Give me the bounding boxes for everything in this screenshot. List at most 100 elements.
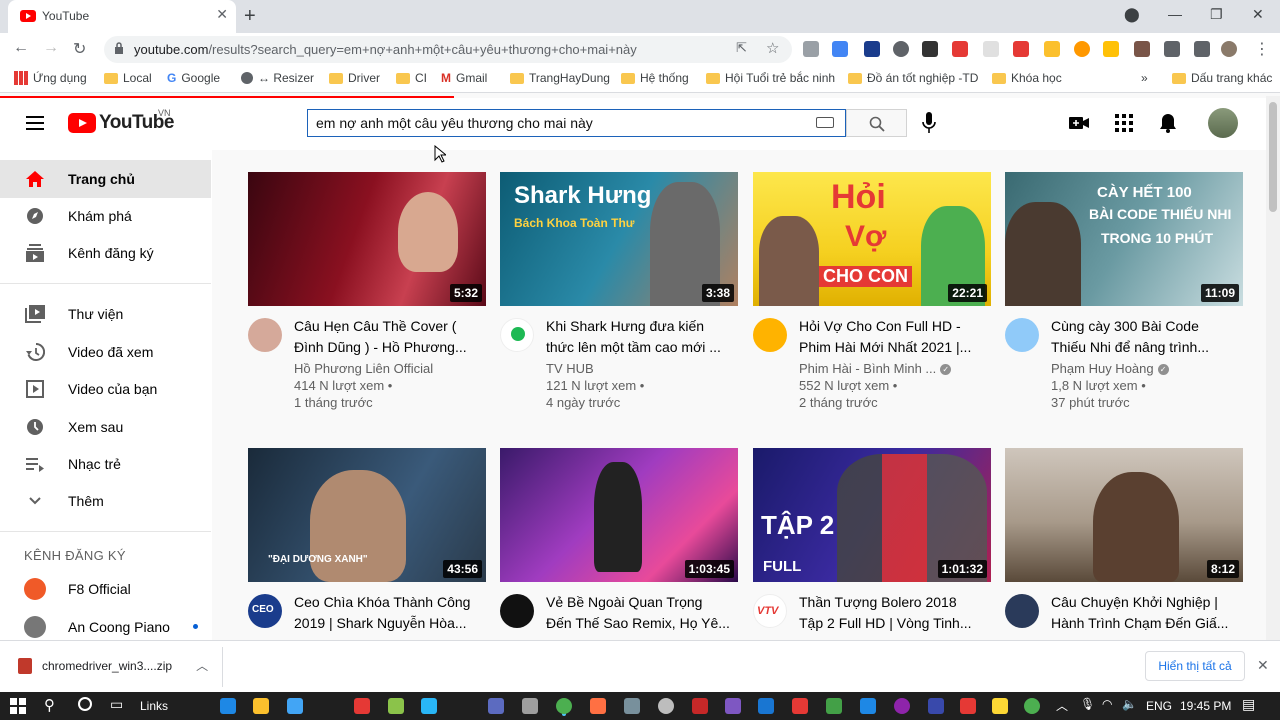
camera-extension-icon[interactable] [803, 41, 819, 57]
volume-icon[interactable]: 🔈 [1122, 697, 1137, 711]
download-item[interactable]: chromedriver_win3....zip ︿ [18, 657, 208, 674]
wifi-icon[interactable]: ◠ [1102, 697, 1112, 711]
file-explorer-taskbar-icon[interactable] [253, 698, 269, 714]
pen-extension-icon[interactable] [1164, 41, 1180, 57]
app-taskbar-icon[interactable] [792, 698, 808, 714]
forward-arrow-icon[interactable]: → [43, 39, 59, 57]
mail-taskbar-icon[interactable] [287, 698, 303, 714]
sidebar-item-playlist[interactable]: Nhạc trẻ [0, 445, 211, 483]
app-taskbar-icon[interactable] [658, 698, 674, 714]
app-taskbar-icon[interactable] [826, 698, 842, 714]
video-title[interactable]: Vẻ Bề Ngoài Quan Trọng Đến Thế Sao Remix,… [546, 592, 730, 634]
links-toolbar[interactable]: Links [140, 699, 168, 713]
maximize-button[interactable]: ❐ [1210, 6, 1223, 23]
bookmark-he-thong[interactable]: Hệ thống [621, 71, 689, 85]
sidebar-item-your-videos[interactable]: Video của bạn [0, 370, 211, 408]
video-title[interactable]: Hỏi Vợ Cho Con Full HD - Phim Hài Mới Nhấ… [799, 316, 983, 358]
video-title[interactable]: Câu Hẹn Câu Thề Cover (Đình Dũng ) - Hồ … [294, 316, 478, 358]
new-tab-button[interactable]: + [244, 5, 256, 28]
youtube-logo[interactable]: YouTube VN [68, 108, 174, 134]
bookmark-gmail[interactable]: M Gmail [441, 71, 487, 85]
bookmark-local[interactable]: Local [104, 71, 152, 85]
channel-avatar[interactable] [1005, 594, 1039, 628]
search-button[interactable] [846, 109, 907, 137]
show-all-downloads-button[interactable]: Hiển thị tất cả [1145, 651, 1245, 681]
menu-kebab-icon[interactable]: ⋮ [1254, 39, 1270, 59]
grid-extension-icon[interactable] [922, 41, 938, 57]
notification-center-icon[interactable]: ▤ [1242, 696, 1255, 713]
bookmarks-overflow-icon[interactable]: » [1141, 71, 1148, 85]
channel-avatar[interactable] [500, 318, 534, 352]
visual-studio-taskbar-icon[interactable] [725, 698, 741, 714]
video-thumbnail[interactable]: 8:12 [1005, 448, 1243, 582]
create-video-icon[interactable] [1068, 112, 1090, 134]
bookmark-star-icon[interactable]: ☆ [766, 39, 779, 57]
window-close-button[interactable]: ✕ [1252, 6, 1264, 23]
page-scrollbar[interactable] [1266, 96, 1280, 640]
app-taskbar-icon[interactable] [860, 698, 876, 714]
reload-icon[interactable]: ↻ [73, 39, 86, 59]
sidebar-item-library[interactable]: Thư viện [0, 295, 211, 333]
mic-tray-icon[interactable]: 🎙 [1080, 697, 1095, 711]
sidebar-item-history[interactable]: Video đã xem [0, 333, 211, 371]
sidebar-item-subscriptions[interactable]: Kênh đăng ký [0, 234, 211, 272]
bookmark-hoi-tuoi-tre[interactable]: Hội Tuổi trẻ bắc ninh [706, 71, 835, 85]
badge-extension-icon[interactable] [1044, 41, 1060, 57]
channel-avatar[interactable] [753, 318, 787, 352]
video-title[interactable]: Câu Chuyện Khởi Nghiệp | Hành Trình Chạm … [1051, 592, 1235, 634]
video-extension-icon[interactable] [952, 41, 968, 57]
filezilla-taskbar-icon[interactable] [354, 698, 370, 714]
blank-extension-icon[interactable] [983, 41, 999, 57]
video-thumbnail[interactable]: "ĐẠI DƯƠNG XANH" 43:56 [248, 448, 486, 582]
app-taskbar-icon[interactable] [992, 698, 1008, 714]
chevron-up-icon[interactable]: ︿ [196, 657, 208, 674]
app-taskbar-icon[interactable] [488, 698, 504, 714]
notifications-bell-icon[interactable] [1157, 112, 1179, 134]
language-indicator[interactable]: ENG [1146, 699, 1172, 713]
eyedropper-extension-icon[interactable] [893, 41, 909, 57]
search-icon[interactable]: ⚲ [44, 696, 55, 714]
sidebar-item-home[interactable]: Trang chủ [0, 160, 211, 198]
video-title[interactable]: Ceo Chìa Khóa Thành Công 2019 | Shark Ngu… [294, 592, 478, 634]
chrome-taskbar-icon[interactable] [556, 698, 572, 714]
video-thumbnail[interactable]: TẬP 2 FULL 1:01:32 [753, 448, 991, 582]
clock[interactable]: 19:45 PM [1180, 699, 1231, 713]
microphone-icon[interactable] [922, 112, 936, 134]
profile-dropdown-icon[interactable]: ⬤ [1124, 6, 1140, 23]
bookmark-other[interactable]: Dấu trang khác [1172, 71, 1272, 85]
emoji-extension-icon[interactable] [1074, 41, 1090, 57]
apps-grid-icon[interactable] [1113, 112, 1135, 134]
extensions-puzzle-icon[interactable] [1194, 41, 1210, 57]
translate-extension-icon[interactable] [832, 41, 848, 57]
share-icon[interactable]: ⇱ [736, 40, 747, 56]
app-taskbar-icon[interactable] [421, 698, 437, 714]
chrome-taskbar-icon[interactable] [1024, 698, 1040, 714]
back-arrow-icon[interactable]: ← [13, 39, 29, 57]
keyboard-icon[interactable] [816, 117, 834, 128]
app-taskbar-icon[interactable] [590, 698, 606, 714]
bookmark-do-an[interactable]: Đồ án tốt nghiệp -TD [848, 71, 978, 85]
channel-avatar[interactable]: CEO [248, 594, 282, 628]
channel-avatar[interactable]: VTV [753, 594, 787, 628]
address-bar[interactable]: youtube.com/results?search_query=em+nợ+a… [104, 36, 792, 63]
minimize-button[interactable]: — [1168, 6, 1182, 22]
app-taskbar-icon[interactable] [928, 698, 944, 714]
video-thumbnail[interactable]: CÀY HẾT 100 BÀI CODE THIẾU NHI TRONG 10 … [1005, 172, 1243, 306]
bookmark-tranghaydung[interactable]: TrangHayDung [510, 71, 610, 85]
bookmark-driver[interactable]: Driver [329, 71, 380, 85]
tray-chevron-icon[interactable]: ︿ [1056, 697, 1068, 714]
channel-avatar[interactable] [1005, 318, 1039, 352]
channel-avatar[interactable] [248, 318, 282, 352]
bookmark-resizer[interactable]: ↔ Resizer [241, 71, 314, 85]
sidebar-sub-f8[interactable]: F8 Official [0, 570, 211, 608]
bookmark-ci[interactable]: CI [396, 71, 427, 85]
bookmark-apps[interactable]: Ứng dụng [14, 71, 87, 85]
video-title[interactable]: Cùng cày 300 Bài Code Thiếu Nhi để nâng t… [1051, 316, 1235, 358]
tool-extension-icon[interactable] [1134, 41, 1150, 57]
video-title[interactable]: Thần Tượng Bolero 2018 Tập 2 Full HD | Vò… [799, 592, 983, 634]
sidebar-item-explore[interactable]: Khám phá [0, 197, 211, 235]
scrollbar-thumb[interactable] [1269, 102, 1277, 212]
task-view-icon[interactable]: ▭ [110, 696, 123, 713]
vscode-taskbar-icon[interactable] [758, 698, 774, 714]
profile-avatar-icon[interactable] [1221, 41, 1237, 57]
